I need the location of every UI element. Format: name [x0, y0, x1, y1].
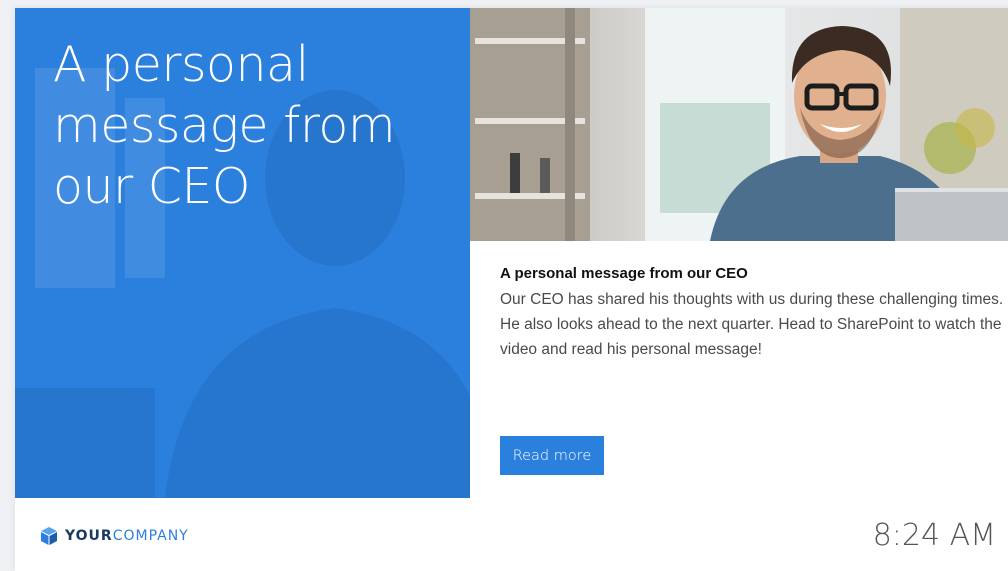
company-cube-icon [41, 527, 57, 545]
brand-name-light: COMPANY [112, 528, 189, 544]
hero-title: A personal message from our CEO [53, 36, 396, 215]
signage-card: A personal message from our CEO A person… [15, 8, 1008, 571]
read-more-button[interactable]: Read more [500, 436, 604, 475]
article-title: A personal message from our CEO [500, 265, 748, 282]
ceo-photo [470, 8, 1008, 241]
article: A personal message from our CEO Our CEO … [500, 265, 1005, 362]
clock: 8:24 AM [872, 518, 996, 553]
company-logo: YOUR COMPANY [39, 526, 189, 546]
footer: YOUR COMPANY 8:24 AM [15, 498, 1008, 571]
ceo-photo-illustration [470, 8, 1008, 241]
hero-panel: A personal message from our CEO [15, 8, 470, 498]
brand-name-strong: YOUR [65, 528, 113, 544]
article-body: Our CEO has shared his thoughts with us … [500, 291, 1004, 358]
